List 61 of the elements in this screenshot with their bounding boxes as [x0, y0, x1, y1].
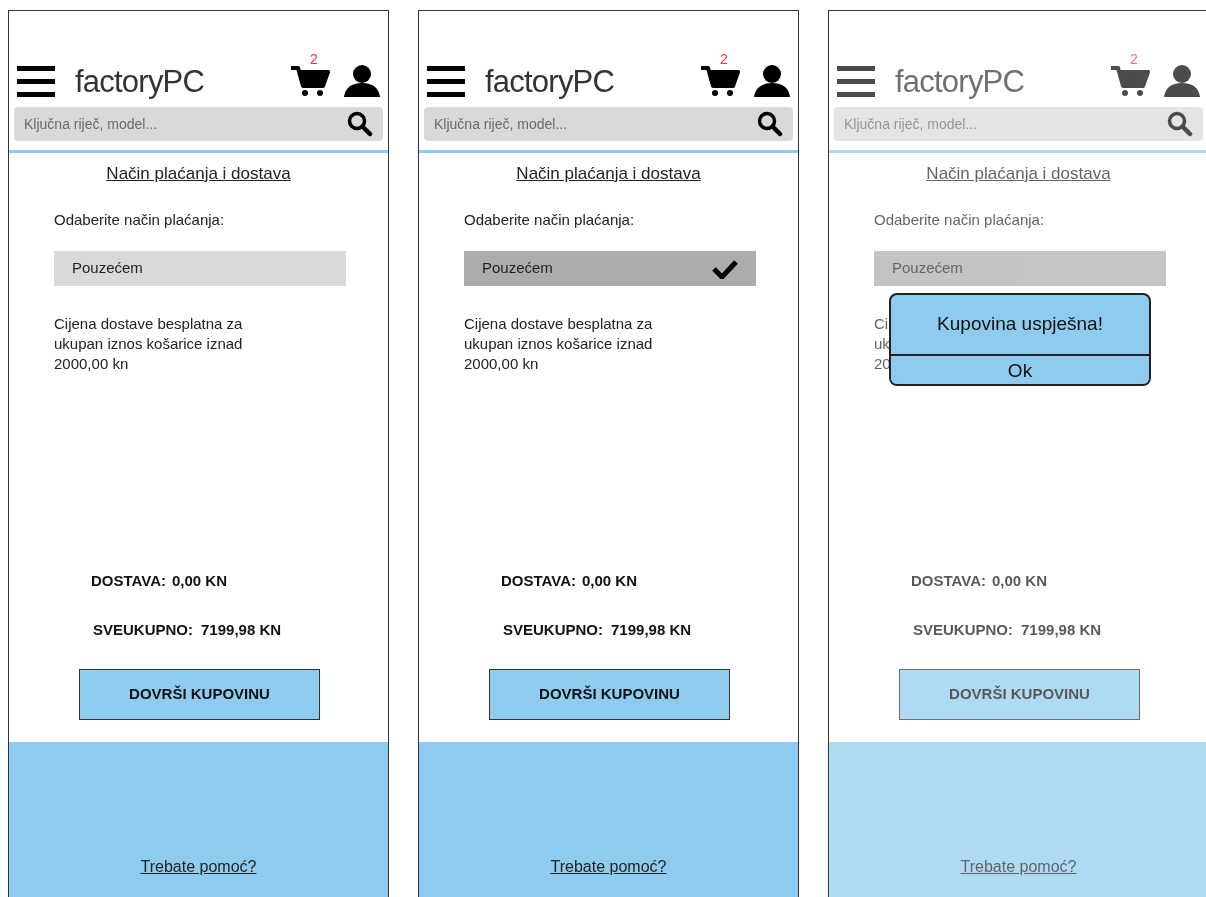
- cart-count: 2: [310, 52, 318, 66]
- delivery-note-line: ukupan iznos košarice iznad: [54, 334, 243, 354]
- delivery-value: 0,00 KN: [172, 571, 228, 591]
- search-input[interactable]: Ključna riječ, model...: [844, 113, 1167, 135]
- search-icon[interactable]: [1167, 111, 1193, 137]
- cart-icon[interactable]: [700, 64, 740, 98]
- total-label: SVEUKUPNO:: [93, 619, 193, 640]
- search-field[interactable]: Ključna riječ, model...: [424, 107, 793, 141]
- checkmark-icon: [712, 258, 738, 279]
- total-label: SVEUKUPNO:: [913, 619, 1013, 640]
- total-value: 7199,98 KN: [1021, 619, 1102, 640]
- payment-option[interactable]: Pouzećem: [464, 251, 756, 286]
- cart-icon[interactable]: [1110, 64, 1150, 98]
- delivery-value: 0,00 KN: [992, 571, 1048, 591]
- logo[interactable]: factoryPC: [895, 65, 1025, 97]
- search-field[interactable]: Ključna riječ, model...: [834, 107, 1203, 141]
- search-icon[interactable]: [347, 111, 373, 137]
- search-input[interactable]: Ključna riječ, model...: [24, 113, 347, 135]
- ok-button[interactable]: Ok: [891, 354, 1149, 384]
- delivery-note-line: Ci: [874, 314, 889, 334]
- delivery-label: DOSTAVA:: [501, 571, 576, 591]
- finish-purchase-button[interactable]: DOVRŠI KUPOVINU: [79, 669, 320, 720]
- payment-label: Odaberite način plaćanja:: [464, 209, 636, 230]
- search-icon[interactable]: [757, 111, 783, 137]
- cart-count: 2: [1130, 52, 1138, 66]
- delivery-label: DOSTAVA:: [911, 571, 986, 591]
- payment-label: Odaberite način plaćanja:: [874, 209, 1046, 230]
- finish-purchase-button[interactable]: DOVRŠI KUPOVINU: [899, 669, 1140, 720]
- payment-option[interactable]: Pouzećem: [54, 251, 346, 286]
- payment-label: Odaberite način plaćanja:: [54, 209, 226, 230]
- delivery-note-line: 2000,00 kn: [464, 354, 539, 374]
- menu-icon[interactable]: [427, 64, 465, 98]
- help-link[interactable]: Trebate pomoć?: [140, 855, 257, 879]
- total-value: 7199,98 KN: [611, 619, 692, 640]
- menu-icon[interactable]: [837, 64, 875, 98]
- delivery-note-line: Cijena dostave besplatna za: [54, 314, 243, 334]
- search-input[interactable]: Ključna riječ, model...: [434, 113, 757, 135]
- menu-icon[interactable]: [17, 64, 55, 98]
- cart-count: 2: [720, 52, 728, 66]
- dialog-message: Kupovina uspješna!: [936, 312, 1104, 337]
- delivery-label: DOSTAVA:: [91, 571, 166, 591]
- user-icon[interactable]: [754, 65, 790, 97]
- delivery-note-line: ukupan iznos košarice iznad: [464, 334, 653, 354]
- page-title: Način plaćanja i dostava: [516, 164, 701, 183]
- cart-icon[interactable]: [290, 64, 330, 98]
- delivery-note-line: uk: [874, 334, 890, 354]
- logo[interactable]: factoryPC: [485, 65, 615, 97]
- help-link[interactable]: Trebate pomoć?: [550, 855, 667, 879]
- delivery-note-line: 2000,00 kn: [54, 354, 129, 374]
- search-field[interactable]: Ključna riječ, model...: [14, 107, 383, 141]
- total-value: 7199,98 KN: [201, 619, 282, 640]
- delivery-note-line: Cijena dostave besplatna za: [464, 314, 653, 334]
- page-title: Način plaćanja i dostava: [926, 164, 1111, 183]
- finish-purchase-button[interactable]: DOVRŠI KUPOVINU: [489, 669, 730, 720]
- delivery-value: 0,00 KN: [582, 571, 638, 591]
- user-icon[interactable]: [1164, 65, 1200, 97]
- page-title: Način plaćanja i dostava: [106, 164, 291, 183]
- user-icon[interactable]: [344, 65, 380, 97]
- total-label: SVEUKUPNO:: [503, 619, 603, 640]
- help-link[interactable]: Trebate pomoć?: [960, 855, 1077, 879]
- logo[interactable]: factoryPC: [75, 65, 205, 97]
